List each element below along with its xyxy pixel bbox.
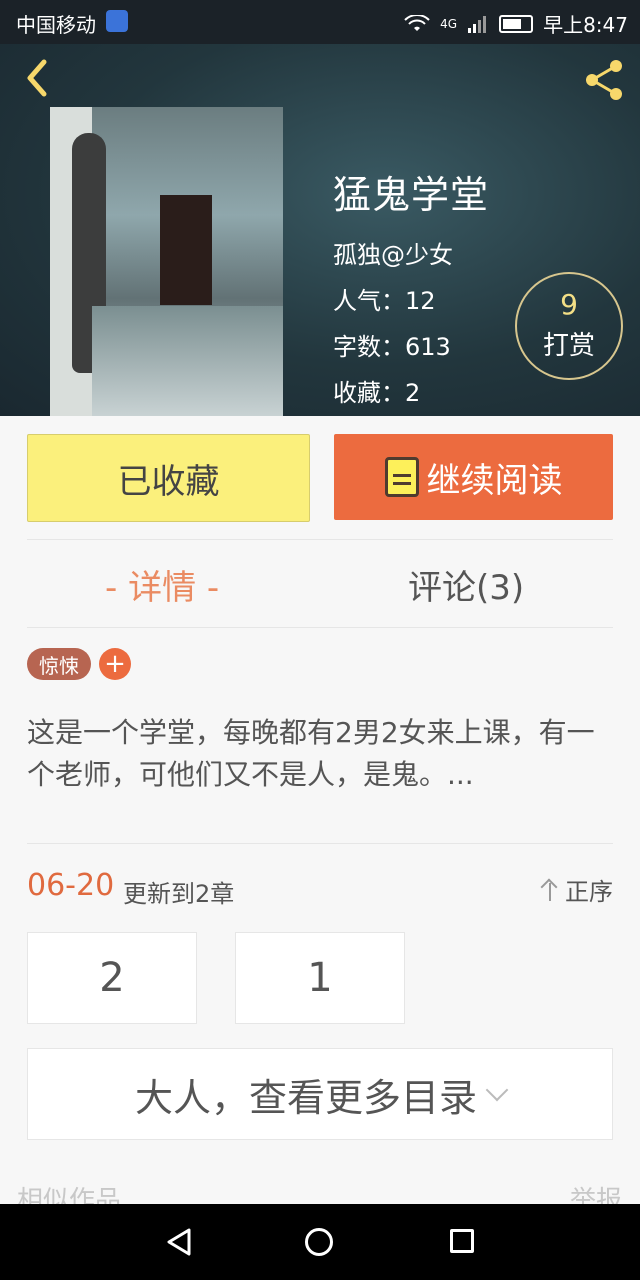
- chapter-item[interactable]: 1: [235, 932, 405, 1024]
- divider: [27, 539, 613, 540]
- book-description: 这是一个学堂，每晚都有2男2女来上课，有一个老师，可他们又不是人，是鬼。...: [27, 716, 595, 791]
- sort-up-icon: [541, 879, 559, 901]
- status-right: 4G 早上8:47: [404, 9, 628, 38]
- book-info: 猛鬼学堂 孤独@少女 人气：12 字数：613 收藏：2: [333, 164, 489, 419]
- reward-label: 打赏: [542, 331, 595, 361]
- continue-reading-label: 继续阅读: [426, 460, 563, 501]
- favorites-label: 收藏：: [333, 379, 405, 407]
- status-bar: 中国移动 4G 早上8:47: [0, 0, 640, 44]
- nav-recent-apps-icon[interactable]: [450, 1229, 474, 1253]
- update-text: 更新到2章: [123, 880, 235, 908]
- genre-tag[interactable]: 惊悚: [27, 648, 91, 680]
- more-catalog-button[interactable]: 大人，查看更多目录: [27, 1048, 613, 1140]
- words-label: 字数：: [333, 333, 405, 361]
- book-popularity: 人气：12: [333, 281, 489, 327]
- book-icon: [384, 457, 419, 497]
- baidu-icon: [106, 10, 128, 32]
- chapter-item[interactable]: 2: [27, 932, 197, 1024]
- book-author: 孤独@少女: [333, 241, 453, 269]
- update-date: 06-20: [27, 868, 115, 903]
- tab-comments[interactable]: 评论(3): [408, 560, 524, 609]
- sort-label: 正序: [565, 878, 613, 906]
- reward-count: 9: [560, 288, 578, 321]
- sort-order-button[interactable]: 正序: [541, 872, 613, 907]
- wifi-icon: [404, 14, 430, 31]
- carrier-name: 中国移动: [16, 13, 96, 37]
- collected-label: 已收藏: [117, 461, 220, 502]
- collected-button[interactable]: 已收藏: [27, 434, 310, 522]
- book-cover: [50, 107, 283, 416]
- divider: [27, 627, 613, 628]
- nav-home-icon[interactable]: [305, 1228, 333, 1256]
- tab-detail[interactable]: - 详情 -: [105, 560, 219, 609]
- status-time: 早上8:47: [543, 13, 628, 37]
- cover-floor: [92, 306, 283, 416]
- favorites-value: 2: [405, 379, 421, 407]
- continue-reading-button[interactable]: 继续阅读: [334, 434, 613, 520]
- popularity-value: 12: [405, 287, 436, 315]
- network-type: 4G: [440, 16, 458, 31]
- book-header: 猛鬼学堂 孤独@少女 人气：12 字数：613 收藏：2 9 打赏: [0, 44, 640, 416]
- more-catalog-label: 大人，查看更多目录: [134, 1075, 477, 1120]
- book-detail-page: 中国移动 4G 早上8:47 猛鬼学堂 孤独@少女 人气：12 字数：613 收…: [0, 0, 640, 1280]
- divider: [27, 843, 613, 844]
- popularity-label: 人气：: [333, 287, 405, 315]
- signal-icon: [468, 15, 487, 33]
- book-title: 猛鬼学堂: [333, 173, 490, 217]
- battery-icon: [499, 14, 534, 33]
- system-nav-bar: [0, 1204, 640, 1280]
- words-value: 613: [405, 333, 451, 361]
- cover-door: [160, 195, 212, 305]
- add-tag-button[interactable]: +: [99, 648, 131, 680]
- share-icon[interactable]: [580, 56, 628, 104]
- book-word-count: 字数：613: [333, 327, 489, 373]
- chevron-down-icon: [485, 1078, 509, 1102]
- nav-back-icon[interactable]: [165, 1227, 193, 1257]
- back-arrow-icon[interactable]: [18, 56, 58, 100]
- reward-button[interactable]: 9 打赏: [515, 272, 623, 380]
- book-favorites: 收藏：2: [333, 373, 489, 419]
